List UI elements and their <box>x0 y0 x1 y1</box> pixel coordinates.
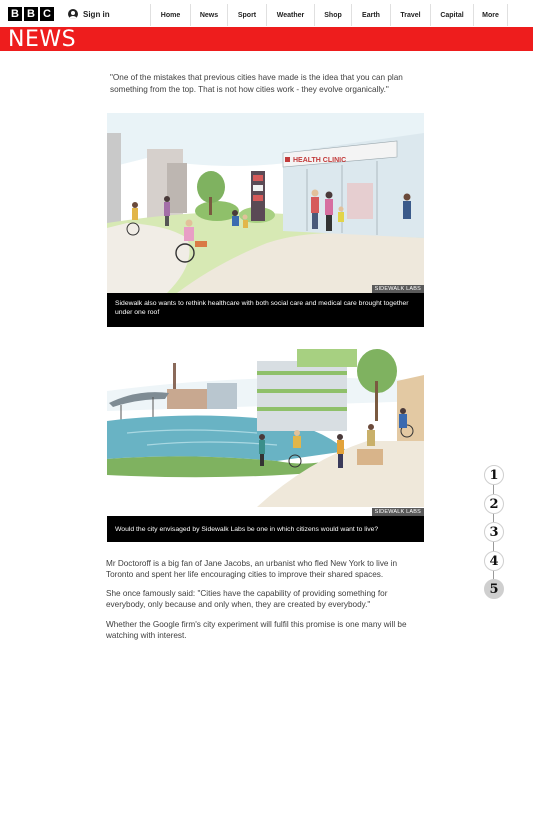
page-button-4[interactable]: 4 <box>484 551 504 571</box>
nav-item-travel[interactable]: Travel <box>390 4 430 26</box>
nav-item-more[interactable]: More <box>473 4 508 26</box>
nav-item-home[interactable]: Home <box>150 4 190 26</box>
sign-in-link[interactable]: Sign in <box>68 9 110 19</box>
article-quote: "One of the mistakes that previous citie… <box>110 73 403 94</box>
main-nav: Home News Sport Weather Shop Earth Travel Capit… <box>150 4 508 26</box>
image-caption: Would the city envisaged by Sidewalk Lab… <box>107 516 424 542</box>
waterfront-illustration <box>107 341 424 507</box>
clinic-sign-text: HEALTH CLINIC <box>293 157 346 164</box>
nav-item-shop[interactable]: Shop <box>314 4 351 26</box>
bbc-logo-letter: B <box>8 7 22 21</box>
image-caption: Sidewalk also wants to rethink healthcar… <box>107 293 424 327</box>
top-navigation-bar: B B C Sign in Home News Sport Weather Shop Ea… <box>0 0 533 28</box>
sign-in-label: Sign in <box>83 9 110 19</box>
page-button-3[interactable]: 3 <box>484 522 504 542</box>
image-credit: SIDEWALK LABS <box>371 508 424 516</box>
bbc-logo[interactable]: B B C <box>8 7 54 21</box>
section-title[interactable]: NEWS <box>8 27 76 52</box>
nav-item-news[interactable]: News <box>190 4 227 26</box>
figure-health-clinic: HEALTH CLINIC SIDEWALK LABS Sidewalk als… <box>107 113 424 327</box>
page-button-5[interactable]: 5 <box>484 579 504 599</box>
article-paragraph: Mr Doctoroff is a big fan of Jane Jacobs… <box>106 559 398 579</box>
nav-item-sport[interactable]: Sport <box>227 4 266 26</box>
bbc-logo-letter: B <box>24 7 38 21</box>
user-icon <box>68 9 78 19</box>
nav-item-earth[interactable]: Earth <box>351 4 390 26</box>
news-section-banner: NEWS <box>0 27 533 52</box>
page-button-2[interactable]: 2 <box>484 494 504 514</box>
nav-item-capital[interactable]: Capital <box>430 4 473 26</box>
page-button-1[interactable]: 1 <box>484 465 504 485</box>
figure-waterfront: SIDEWALK LABS Would the city envisaged b… <box>107 341 424 542</box>
bbc-logo-letter: C <box>40 7 54 21</box>
article-paragraph: Whether the Google firm's city experimen… <box>106 620 407 640</box>
image-credit: SIDEWALK LABS <box>371 285 424 293</box>
article-paragraph: She once famously said: "Cities have the… <box>106 589 388 609</box>
nav-item-weather[interactable]: Weather <box>266 4 314 26</box>
page-navigation: 1 2 3 4 5 <box>484 465 504 601</box>
health-clinic-illustration: HEALTH CLINIC <box>107 113 424 293</box>
